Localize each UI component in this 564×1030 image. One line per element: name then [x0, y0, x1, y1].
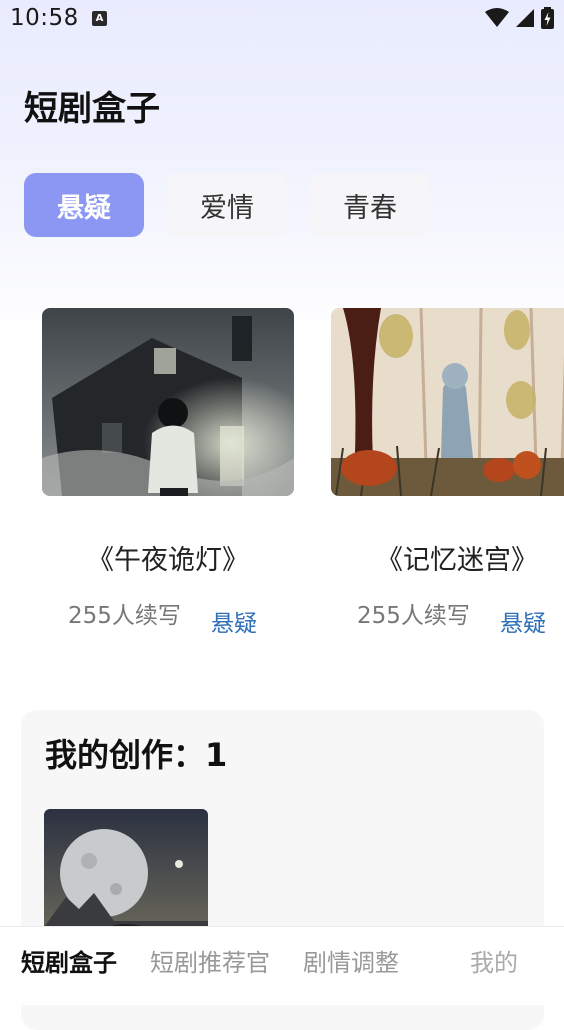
status-bar: 10:58 A — [0, 0, 564, 38]
my-creations-title: 我的创作：1 — [45, 736, 228, 774]
tab-youth[interactable]: 青春 — [310, 173, 430, 237]
drama-card[interactable]: 《记忆迷宫》 255人续写 悬疑 — [331, 308, 564, 648]
moon-landscape-image — [44, 809, 208, 939]
page-title: 短剧盒子 — [24, 89, 160, 129]
ghost-forest-image — [331, 308, 564, 496]
drama-card-list: 《午夜诡灯》 255人续写 悬疑 《记忆迷宫》 255人续写 悬疑 — [0, 308, 564, 648]
wifi-icon — [485, 8, 509, 27]
nav-tab-plot-adjust[interactable]: 剧情调整 — [303, 943, 399, 978]
nav-tab-mine[interactable]: 我的 — [470, 943, 518, 978]
card-readers: 255人续写 — [68, 603, 181, 629]
card-tag[interactable]: 悬疑 — [500, 604, 546, 638]
bottom-navigation: 短剧盒子 短剧推荐官 剧情调整 我的 — [0, 926, 564, 1005]
haunted-house-image — [42, 308, 294, 496]
card-title: 《午夜诡灯》 — [87, 545, 249, 576]
tab-romance[interactable]: 爱情 — [167, 173, 287, 237]
card-tag[interactable]: 悬疑 — [211, 604, 257, 638]
nav-tab-drama-box[interactable]: 短剧盒子 — [21, 943, 117, 978]
header-background — [0, 0, 564, 340]
tab-mystery[interactable]: 悬疑 — [24, 173, 144, 237]
card-title: 《记忆迷宫》 — [376, 545, 538, 576]
nav-tab-recommender[interactable]: 短剧推荐官 — [150, 943, 270, 978]
status-icons — [485, 7, 554, 29]
my-creation-item[interactable] — [44, 809, 208, 939]
signal-icon — [516, 9, 534, 27]
category-tabs: 悬疑 爱情 青春 — [24, 173, 430, 237]
drama-card[interactable]: 《午夜诡灯》 255人续写 悬疑 — [42, 308, 294, 648]
card-readers: 255人续写 — [357, 603, 470, 629]
a-letter-icon: A — [92, 11, 107, 26]
battery-charging-icon — [541, 7, 554, 29]
status-time: 10:58 — [10, 5, 79, 31]
